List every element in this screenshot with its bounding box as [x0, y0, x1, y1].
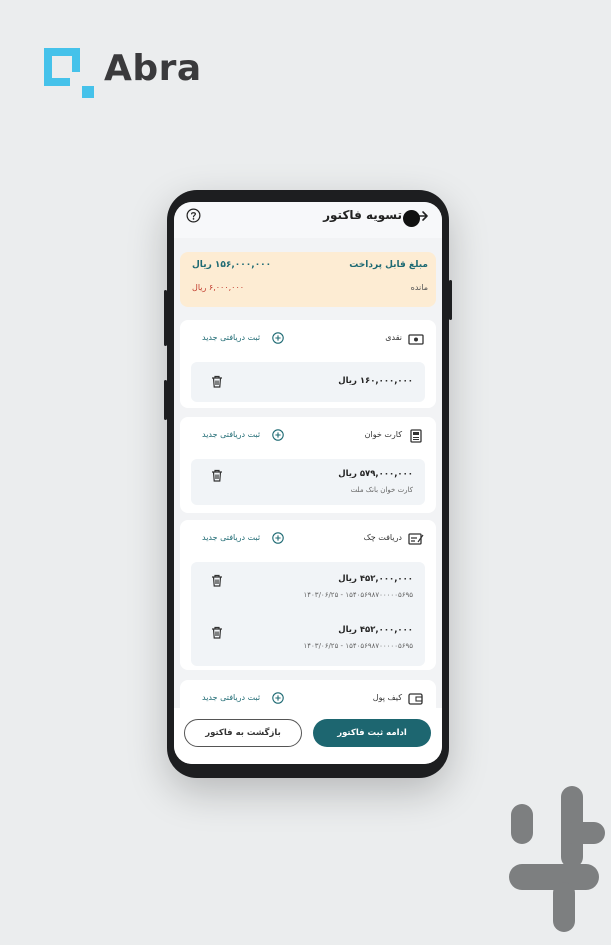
payable-label: مبلغ قابل پرداخت — [349, 260, 428, 270]
add-receipt-label: ثبت دریافتی جدید — [202, 533, 261, 542]
add-circle-icon — [272, 429, 284, 441]
payable-summary-card: مبلغ قابل پرداخت ۱۵۶,۰۰۰,۰۰۰ ریال مانده … — [180, 252, 436, 307]
bazaar-logo-icon — [509, 786, 605, 932]
section-cash: نقدی ثبت دریافتی جدید ۱۶۰,۰۰۰,۰۰۰ ریال — [180, 320, 436, 408]
wallet-icon — [408, 693, 423, 705]
payable-amount: ۱۵۶,۰۰۰,۰۰۰ ریال — [192, 260, 272, 270]
payment-entry: ۵۷۹,۰۰۰,۰۰۰ ریال کارت خوان بانک ملت — [191, 459, 425, 505]
add-circle-icon — [272, 532, 284, 544]
remaining-label: مانده — [410, 283, 428, 292]
cheque-icon — [408, 533, 424, 545]
payment-entry: ۱۶۰,۰۰۰,۰۰۰ ریال — [191, 362, 425, 402]
pos-terminal-icon — [410, 429, 422, 443]
trash-icon[interactable] — [211, 626, 223, 639]
abra-logo: Abra — [40, 44, 230, 100]
add-receipt-label: ثبت دریافتی جدید — [202, 333, 261, 342]
entry-amount: ۵۷۹,۰۰۰,۰۰۰ ریال — [338, 469, 413, 479]
entry-amount: ۴۵۲,۰۰۰,۰۰۰ ریال — [338, 574, 413, 584]
trash-icon[interactable] — [211, 375, 223, 388]
cash-icon — [408, 334, 424, 345]
phone-side-button — [449, 280, 452, 320]
section-title: کارت خوان — [364, 430, 402, 439]
add-receipt-button[interactable]: ثبت دریافتی جدید — [202, 429, 286, 445]
abra-logo-mark-icon — [44, 48, 94, 98]
section-title: کیف پول — [372, 693, 402, 702]
add-circle-icon — [272, 332, 284, 344]
top-bar: تسویه فاکتور — [174, 202, 442, 238]
front-camera — [403, 210, 420, 227]
phone-side-button — [164, 380, 167, 420]
abra-wordmark: Abra — [104, 48, 202, 89]
add-receipt-button[interactable]: ثبت دریافتی جدید — [202, 532, 286, 548]
section-title: نقدی — [385, 333, 402, 342]
back-to-invoice-button[interactable]: بازگشت به فاکتور — [184, 719, 302, 747]
entry-amount: ۱۶۰,۰۰۰,۰۰۰ ریال — [338, 376, 413, 386]
section-title: دریافت چک — [363, 533, 402, 542]
entry-detail: ۱۵۴۰۵۶۹۸۷۰۰۰۰۰۵۶۹۵ - ۱۴۰۳/۰۶/۲۵ — [303, 642, 413, 650]
entry-detail: ۱۵۴۰۵۶۹۸۷۰۰۰۰۰۵۶۹۵ - ۱۴۰۳/۰۶/۲۵ — [303, 591, 413, 599]
section-cheque: دریافت چک ثبت دریافتی جدید ۴۵۲,۰۰۰,۰۰۰ ر… — [180, 520, 436, 670]
trash-icon[interactable] — [211, 469, 223, 482]
add-receipt-label: ثبت دریافتی جدید — [202, 693, 261, 702]
entry-amount: ۴۵۲,۰۰۰,۰۰۰ ریال — [338, 625, 413, 635]
add-circle-icon — [272, 692, 284, 704]
add-receipt-button[interactable]: ثبت دریافتی جدید — [202, 332, 286, 348]
page-title: تسویه فاکتور — [323, 208, 402, 222]
bottom-action-bar: ادامه ثبت فاکتور بازگشت به فاکتور — [174, 708, 442, 764]
phone-frame: تسویه فاکتور مبلغ قابل پرداخت ۱۵۶,۰۰۰,۰۰… — [164, 190, 452, 778]
continue-invoice-button[interactable]: ادامه ثبت فاکتور — [313, 719, 431, 747]
trash-icon[interactable] — [211, 574, 223, 587]
payment-entry-group: ۴۵۲,۰۰۰,۰۰۰ ریال ۱۵۴۰۵۶۹۸۷۰۰۰۰۰۵۶۹۵ - ۱۴… — [191, 562, 425, 666]
section-card-reader: کارت خوان ثبت دریافتی جدید ۵۷۹,۰۰۰,۰۰۰ ر… — [180, 417, 436, 513]
add-receipt-button[interactable]: ثبت دریافتی جدید — [202, 692, 286, 708]
add-receipt-label: ثبت دریافتی جدید — [202, 430, 261, 439]
help-icon[interactable] — [186, 208, 201, 223]
entry-detail: کارت خوان بانک ملت — [350, 486, 413, 494]
app-screen: تسویه فاکتور مبلغ قابل پرداخت ۱۵۶,۰۰۰,۰۰… — [174, 202, 442, 764]
phone-side-button — [164, 290, 167, 346]
remaining-amount: ۶,۰۰۰,۰۰۰ ریال — [192, 283, 245, 292]
